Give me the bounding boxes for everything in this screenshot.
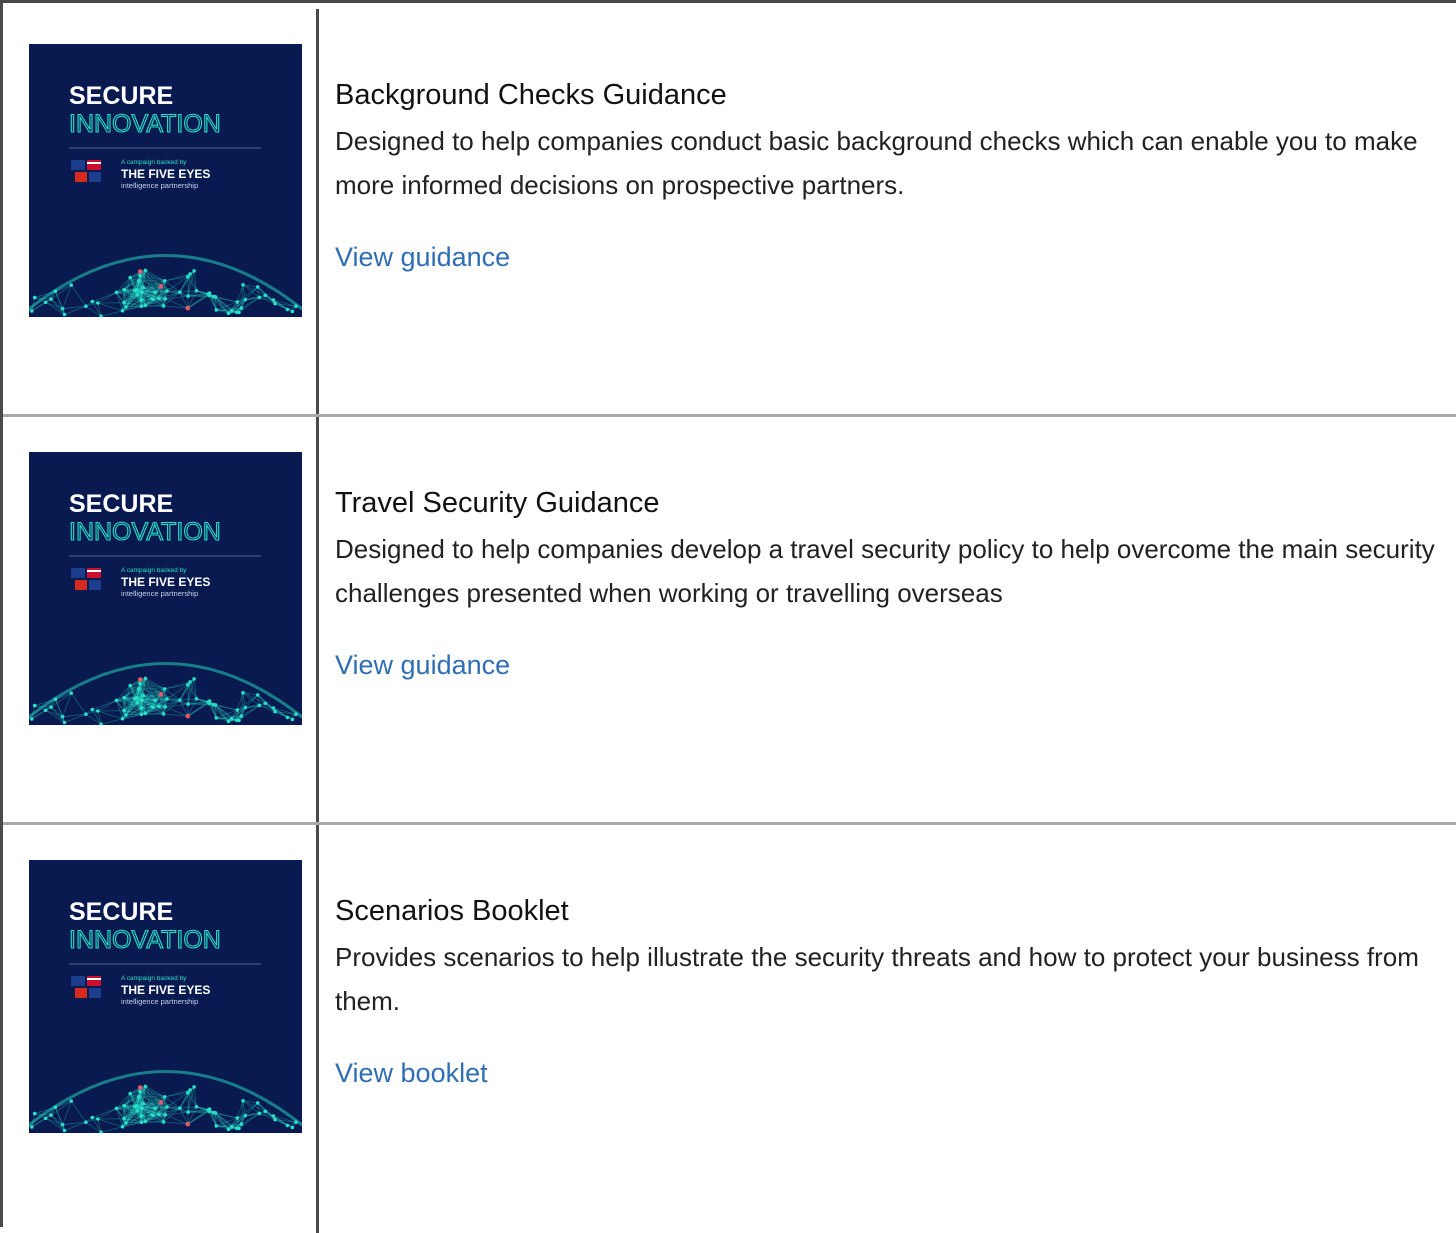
svg-text:intelligence partnership: intelligence partnership — [121, 589, 198, 598]
view-guidance-link[interactable]: View guidance — [335, 647, 510, 683]
resource-row: SECURE INNOVATION A campaign backed by T… — [3, 9, 1456, 417]
svg-text:SECURE: SECURE — [69, 898, 173, 926]
svg-text:intelligence partnership: intelligence partnership — [121, 181, 198, 190]
svg-text:A campaign backed by: A campaign backed by — [121, 975, 187, 982]
cover-thumbnail[interactable]: SECURE INNOVATION A campaign backed by T… — [29, 452, 302, 725]
cover-thumbnail[interactable]: SECURE INNOVATION A campaign backed by T… — [29, 860, 302, 1133]
svg-text:THE FIVE EYES: THE FIVE EYES — [121, 575, 210, 589]
svg-text:INNOVATION: INNOVATION — [69, 110, 221, 138]
svg-text:THE FIVE EYES: THE FIVE EYES — [121, 983, 210, 997]
details-cell: Background Checks Guidance Designed to h… — [335, 9, 1456, 414]
svg-text:intelligence partnership: intelligence partnership — [121, 997, 198, 1006]
thumbnail-cell: SECURE INNOVATION A campaign backed by T… — [3, 9, 319, 414]
resource-row: SECURE INNOVATION A campaign backed by T… — [3, 417, 1456, 825]
resource-row: SECURE INNOVATION A campaign backed by T… — [3, 825, 1456, 1233]
details-cell: Travel Security Guidance Designed to hel… — [335, 417, 1456, 822]
cover-thumbnail[interactable]: SECURE INNOVATION A campaign backed by T… — [29, 44, 302, 317]
svg-text:THE FIVE EYES: THE FIVE EYES — [121, 167, 210, 181]
thumbnail-cell: SECURE INNOVATION A campaign backed by T… — [3, 417, 319, 822]
resource-title: Background Checks Guidance — [335, 77, 727, 113]
resource-description: Provides scenarios to help illustrate th… — [335, 935, 1455, 1023]
resource-description: Designed to help companies conduct basic… — [335, 119, 1455, 207]
svg-text:A campaign backed by: A campaign backed by — [121, 567, 187, 574]
resource-description: Designed to help companies develop a tra… — [335, 527, 1455, 615]
svg-text:SECURE: SECURE — [69, 490, 173, 518]
svg-text:INNOVATION: INNOVATION — [69, 926, 221, 954]
resources-table: SECURE INNOVATION A campaign backed by T… — [0, 0, 1456, 1227]
thumbnail-cell: SECURE INNOVATION A campaign backed by T… — [3, 825, 319, 1233]
resource-title: Travel Security Guidance — [335, 485, 660, 521]
details-cell: Scenarios Booklet Provides scenarios to … — [335, 825, 1456, 1233]
view-guidance-link[interactable]: View guidance — [335, 239, 510, 275]
svg-text:A campaign backed by: A campaign backed by — [121, 159, 187, 166]
svg-text:INNOVATION: INNOVATION — [69, 518, 221, 546]
resource-title: Scenarios Booklet — [335, 893, 569, 929]
view-booklet-link[interactable]: View booklet — [335, 1055, 488, 1091]
svg-text:SECURE: SECURE — [69, 82, 173, 110]
